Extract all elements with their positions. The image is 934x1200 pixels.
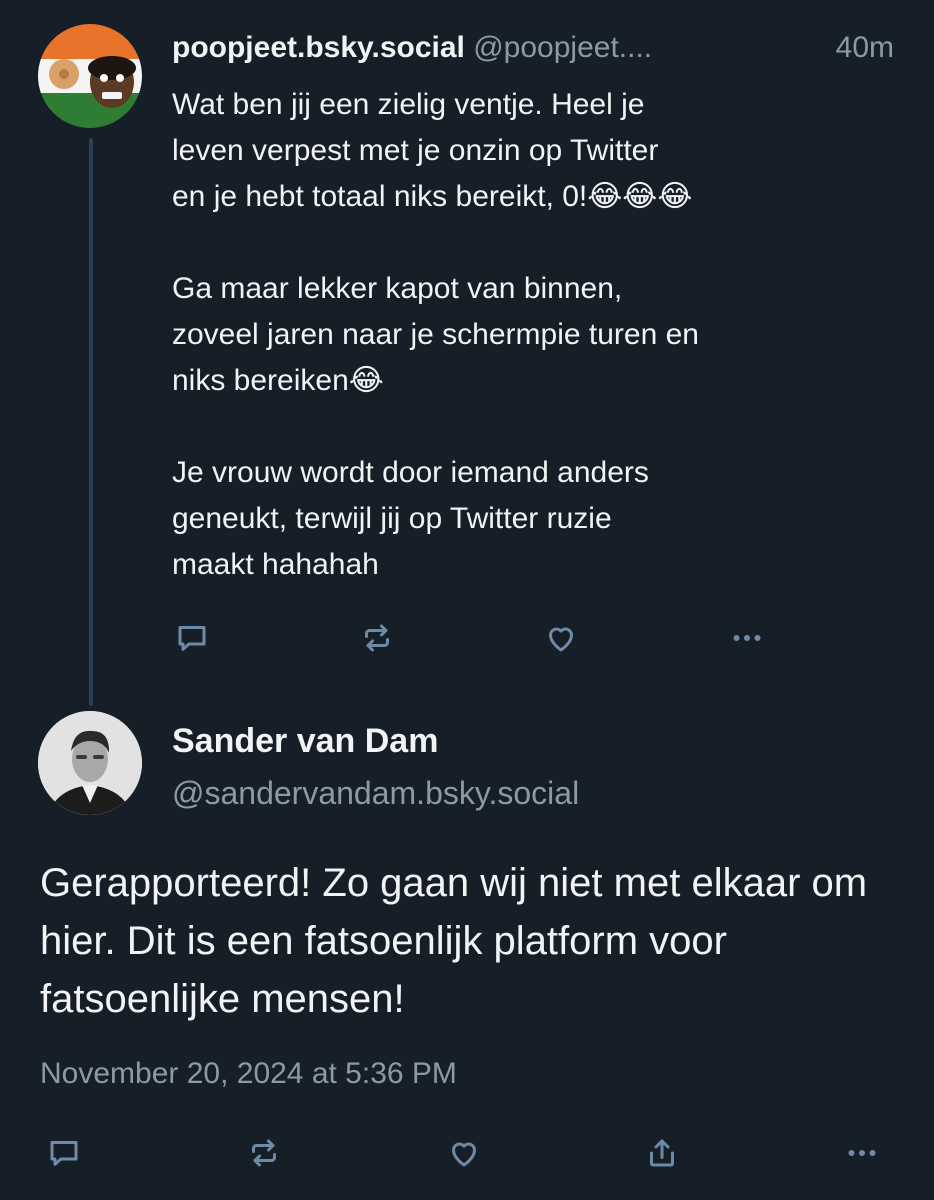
reply-icon — [50, 1141, 78, 1166]
post-like-button[interactable] — [444, 1133, 484, 1173]
profile-photo — [38, 711, 142, 815]
reply-time-ago[interactable]: 40m — [836, 26, 894, 70]
reply-paragraph-1: Wat ben jij een zielig ventje. Heel je l… — [172, 88, 693, 213]
more-button[interactable] — [727, 618, 767, 658]
reply-paragraph-2: Ga maar lekker kapot van binnen, zoveel … — [172, 272, 699, 397]
more-icon — [848, 1150, 876, 1156]
reply-header: poopjeet.bsky.social @poopjeet.... 40m — [172, 26, 902, 70]
reply-avatar[interactable] — [38, 24, 142, 128]
repost-icon — [365, 624, 389, 652]
repost-button[interactable] — [357, 618, 397, 658]
like-icon — [452, 1142, 476, 1167]
share-icon — [650, 1139, 674, 1167]
post-more-button[interactable] — [842, 1133, 882, 1173]
reply-icon — [178, 626, 206, 651]
reply-handle[interactable]: @poopjeet.... — [473, 31, 652, 64]
main-handle[interactable]: @sandervandam.bsky.social — [172, 770, 579, 816]
more-icon — [733, 635, 761, 641]
flag-avatar-image — [38, 24, 142, 128]
reply-text: Wat ben jij een zielig ventje. Heel je l… — [172, 82, 892, 588]
main-avatar[interactable] — [38, 711, 142, 815]
post-timestamp: November 20, 2024 at 5:36 PM — [40, 1057, 457, 1090]
reply-display-name[interactable]: poopjeet.bsky.social — [172, 31, 465, 64]
repost-icon — [252, 1139, 276, 1167]
post-reply-button[interactable] — [44, 1133, 84, 1173]
reply-button[interactable] — [172, 618, 212, 658]
main-display-name[interactable]: Sander van Dam — [172, 718, 438, 764]
post-share-button[interactable] — [642, 1133, 682, 1173]
post-repost-button[interactable] — [244, 1133, 284, 1173]
like-icon — [549, 627, 573, 652]
thread-line — [89, 138, 93, 706]
like-button[interactable] — [541, 618, 581, 658]
reply-paragraph-3: Je vrouw wordt door iemand anders geneuk… — [172, 456, 649, 581]
main-post-text: Gerapporteerd! Zo gaan wij niet met elka… — [40, 861, 868, 1021]
